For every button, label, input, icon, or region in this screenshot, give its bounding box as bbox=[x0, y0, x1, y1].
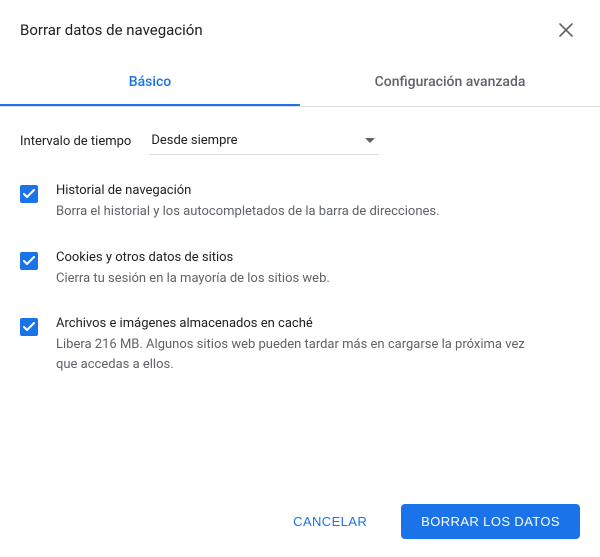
dialog-body: Intervalo de tiempo Desde siempre Histor… bbox=[0, 107, 600, 374]
clear-data-button[interactable]: BORRAR LOS DATOS bbox=[401, 504, 580, 539]
tab-advanced[interactable]: Configuración avanzada bbox=[300, 60, 600, 106]
tabs: Básico Configuración avanzada bbox=[0, 60, 600, 107]
option-text: Archivos e imágenes almacenados en caché… bbox=[56, 316, 536, 374]
check-icon bbox=[23, 189, 35, 199]
option-browsing-history: Historial de navegación Borra el histori… bbox=[20, 183, 580, 222]
options-list: Historial de navegación Borra el histori… bbox=[20, 183, 580, 374]
time-range-select[interactable]: Desde siempre bbox=[149, 127, 379, 155]
checkbox-cookies[interactable] bbox=[20, 252, 38, 270]
check-icon bbox=[23, 322, 35, 332]
option-title: Archivos e imágenes almacenados en caché bbox=[56, 316, 536, 331]
option-title: Cookies y otros datos de sitios bbox=[56, 250, 330, 265]
chevron-down-icon bbox=[365, 133, 375, 148]
option-title: Historial de navegación bbox=[56, 183, 440, 198]
option-cookies: Cookies y otros datos de sitios Cierra t… bbox=[20, 250, 580, 289]
time-range-value: Desde siempre bbox=[151, 133, 237, 148]
dialog-header: Borrar datos de navegación bbox=[0, 0, 600, 52]
time-range-label: Intervalo de tiempo bbox=[20, 134, 131, 149]
dialog-footer: CANCELAR BORRAR LOS DATOS bbox=[273, 504, 580, 539]
option-description: Cierra tu sesión en la mayoría de los si… bbox=[56, 269, 330, 289]
check-icon bbox=[23, 256, 35, 266]
time-range-row: Intervalo de tiempo Desde siempre bbox=[20, 127, 580, 155]
checkbox-cache[interactable] bbox=[20, 318, 38, 336]
cancel-button[interactable]: CANCELAR bbox=[273, 504, 387, 539]
tab-basic[interactable]: Básico bbox=[0, 60, 300, 106]
option-description: Borra el historial y los autocompletados… bbox=[56, 202, 440, 222]
close-button[interactable] bbox=[552, 16, 580, 44]
option-cache: Archivos e imágenes almacenados en caché… bbox=[20, 316, 580, 374]
option-text: Historial de navegación Borra el histori… bbox=[56, 183, 440, 222]
option-text: Cookies y otros datos de sitios Cierra t… bbox=[56, 250, 330, 289]
checkbox-browsing-history[interactable] bbox=[20, 185, 38, 203]
dialog-title: Borrar datos de navegación bbox=[20, 21, 203, 39]
option-description: Libera 216 MB. Algunos sitios web pueden… bbox=[56, 335, 536, 374]
close-icon bbox=[558, 22, 574, 38]
